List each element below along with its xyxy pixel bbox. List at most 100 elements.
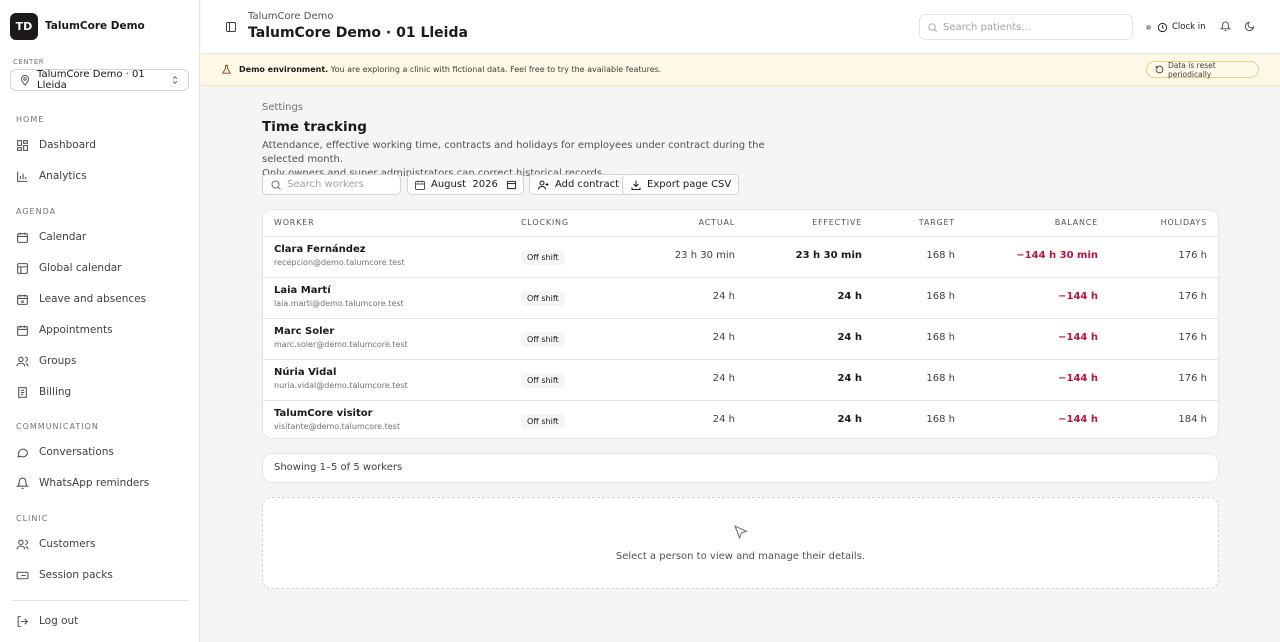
table-row[interactable]: Laia Martí laia.marti@demo.talumcore.tes…	[263, 277, 1218, 318]
demo-banner-bold: Demo environment.	[239, 65, 329, 74]
sidebar-item-analytics[interactable]: Analytics	[16, 166, 186, 186]
month-picker[interactable]: August 2026	[407, 174, 524, 195]
patient-search-input[interactable]: Search patients...	[919, 14, 1133, 40]
export-csv-label: Export page CSV	[647, 179, 732, 190]
effective-hours: 23 h 30 min	[795, 250, 862, 261]
calendar-check-icon	[16, 324, 32, 337]
table-row[interactable]: Marc Soler marc.soler@demo.talumcore.tes…	[263, 318, 1218, 359]
section-agenda: AGENDA	[16, 207, 57, 216]
worker-email: visitante@demo.talumcore.test	[274, 422, 400, 431]
table-row[interactable]: Clara Fernández recepcion@demo.talumcore…	[263, 236, 1218, 277]
sidebar-item-label: Customers	[39, 538, 96, 550]
holiday-hours: 176 h	[1178, 373, 1207, 384]
sidebar-item-label: WhatsApp reminders	[39, 477, 150, 489]
table-header: WORKER CLOCKING ACTUAL EFFECTIVE TARGET …	[263, 210, 1218, 236]
target-hours: 168 h	[926, 332, 955, 343]
dashboard-icon	[16, 139, 32, 152]
center-select[interactable]: TalumCore Demo · 01 Lleida	[10, 69, 189, 91]
breadcrumb[interactable]: TalumCore Demo	[248, 11, 333, 22]
clock-in-button[interactable]: Clock in	[1146, 17, 1206, 37]
actual-hours: 24 h	[712, 291, 735, 302]
column-header-balance: BALANCE	[1054, 218, 1098, 227]
time-tracking-table: WORKER CLOCKING ACTUAL EFFECTIVE TARGET …	[262, 209, 1219, 439]
sidebar-item-session-packs[interactable]: Session packs	[16, 565, 186, 585]
flask-icon	[221, 64, 232, 75]
sidebar-item-label: Billing	[39, 386, 72, 398]
settings-breadcrumb[interactable]: Settings	[262, 102, 303, 113]
actual-hours: 24 h	[712, 414, 735, 425]
receipt-icon	[16, 386, 32, 399]
target-hours: 168 h	[926, 414, 955, 425]
holiday-hours: 176 h	[1178, 250, 1207, 261]
sidebar-item-label: Session packs	[39, 569, 113, 581]
actual-hours: 23 h 30 min	[674, 250, 735, 261]
clocking-status-badge: Off shift	[521, 250, 565, 265]
clocking-status-badge: Off shift	[521, 332, 565, 347]
clocking-status-badge: Off shift	[521, 373, 565, 388]
export-csv-button[interactable]: Export page CSV	[622, 174, 740, 195]
worker-search-placeholder: Search workers	[287, 179, 364, 190]
actual-hours: 24 h	[712, 373, 735, 384]
chat-bubble-icon	[16, 446, 32, 459]
clocking-status-badge: Off shift	[521, 291, 565, 306]
demo-banner: Demo environment. You are exploring a cl…	[201, 54, 1280, 86]
add-contract-label: Add contract	[555, 179, 620, 190]
table-row[interactable]: Núria Vidal nuria.vidal@demo.talumcore.t…	[263, 359, 1218, 400]
demo-banner-body: You are exploring a clinic with fictiona…	[328, 65, 662, 74]
description-line: Attendance, effective working time, cont…	[262, 140, 765, 165]
sidebar-item-dashboard[interactable]: Dashboard	[16, 135, 186, 155]
map-pin-icon	[19, 74, 31, 86]
sidebar-item-global-calendar[interactable]: Global calendar	[16, 258, 186, 278]
column-header-worker: WORKER	[274, 218, 315, 227]
balance-hours: −144 h	[1058, 414, 1098, 425]
ticket-icon	[16, 569, 32, 582]
column-header-effective: EFFECTIVE	[812, 218, 862, 227]
worker-name: Núria Vidal	[274, 367, 337, 378]
section-home: HOME	[16, 115, 45, 124]
data-reset-label: Data is reset periodically	[1168, 60, 1216, 79]
download-icon	[630, 179, 642, 191]
sidebar-item-whatsapp[interactable]: WhatsApp reminders	[16, 473, 186, 493]
sidebar: TD TalumCore Demo CENTER TalumCore Demo …	[0, 0, 200, 642]
sidebar-toggle-icon	[225, 21, 237, 33]
sidebar-item-conversations[interactable]: Conversations	[16, 442, 186, 462]
column-header-clocking: CLOCKING	[521, 218, 569, 227]
column-header-holidays: HOLIDAYS	[1160, 218, 1207, 227]
worker-name: TalumCore visitor	[274, 408, 373, 419]
brand-name: TalumCore Demo	[45, 20, 145, 32]
sidebar-item-appointments[interactable]: Appointments	[16, 320, 186, 340]
logout-icon	[16, 615, 32, 628]
sidebar-item-groups[interactable]: Groups	[16, 351, 186, 371]
table-row[interactable]: TalumCore visitor visitante@demo.talumco…	[263, 400, 1218, 438]
sidebar-item-customers[interactable]: Customers	[16, 534, 186, 554]
sidebar-toggle-button[interactable]	[222, 18, 240, 36]
effective-hours: 24 h	[837, 291, 862, 302]
logo: TD	[10, 13, 38, 40]
worker-search-input[interactable]: Search workers	[262, 174, 401, 195]
holiday-hours: 184 h	[1178, 414, 1207, 425]
sidebar-item-billing[interactable]: Billing	[16, 382, 186, 402]
sidebar-item-label: Analytics	[39, 170, 87, 182]
worker-name: Marc Soler	[274, 326, 335, 337]
notifications-button[interactable]	[1217, 18, 1233, 34]
sidebar-item-leave[interactable]: Leave and absences	[16, 289, 186, 309]
theme-toggle-button[interactable]	[1241, 18, 1257, 34]
add-contract-button[interactable]: Add contract	[529, 174, 628, 195]
detail-empty-state: Select a person to view and manage their…	[262, 497, 1219, 589]
moon-icon	[1244, 21, 1255, 32]
sidebar-item-calendar[interactable]: Calendar	[16, 227, 186, 247]
demo-banner-text: Demo environment. You are exploring a cl…	[239, 65, 661, 74]
column-header-target: TARGET	[918, 218, 955, 227]
center-label: CENTER	[13, 58, 45, 66]
worker-email: marc.soler@demo.talumcore.test	[274, 340, 408, 349]
page-title: TalumCore Demo · 01 Lleida	[248, 25, 468, 41]
logout-button[interactable]: Log out	[16, 611, 186, 631]
section-communication: COMMUNICATION	[16, 422, 99, 431]
sidebar-item-label: Conversations	[39, 446, 114, 458]
sidebar-item-label: Leave and absences	[39, 293, 147, 305]
calendar-picker-icon[interactable]	[506, 179, 517, 190]
section-title: Time tracking	[262, 119, 367, 135]
clocking-status-badge: Off shift	[521, 414, 565, 429]
worker-email: laia.marti@demo.talumcore.test	[274, 299, 404, 308]
section-clinic: CLINIC	[16, 514, 49, 523]
